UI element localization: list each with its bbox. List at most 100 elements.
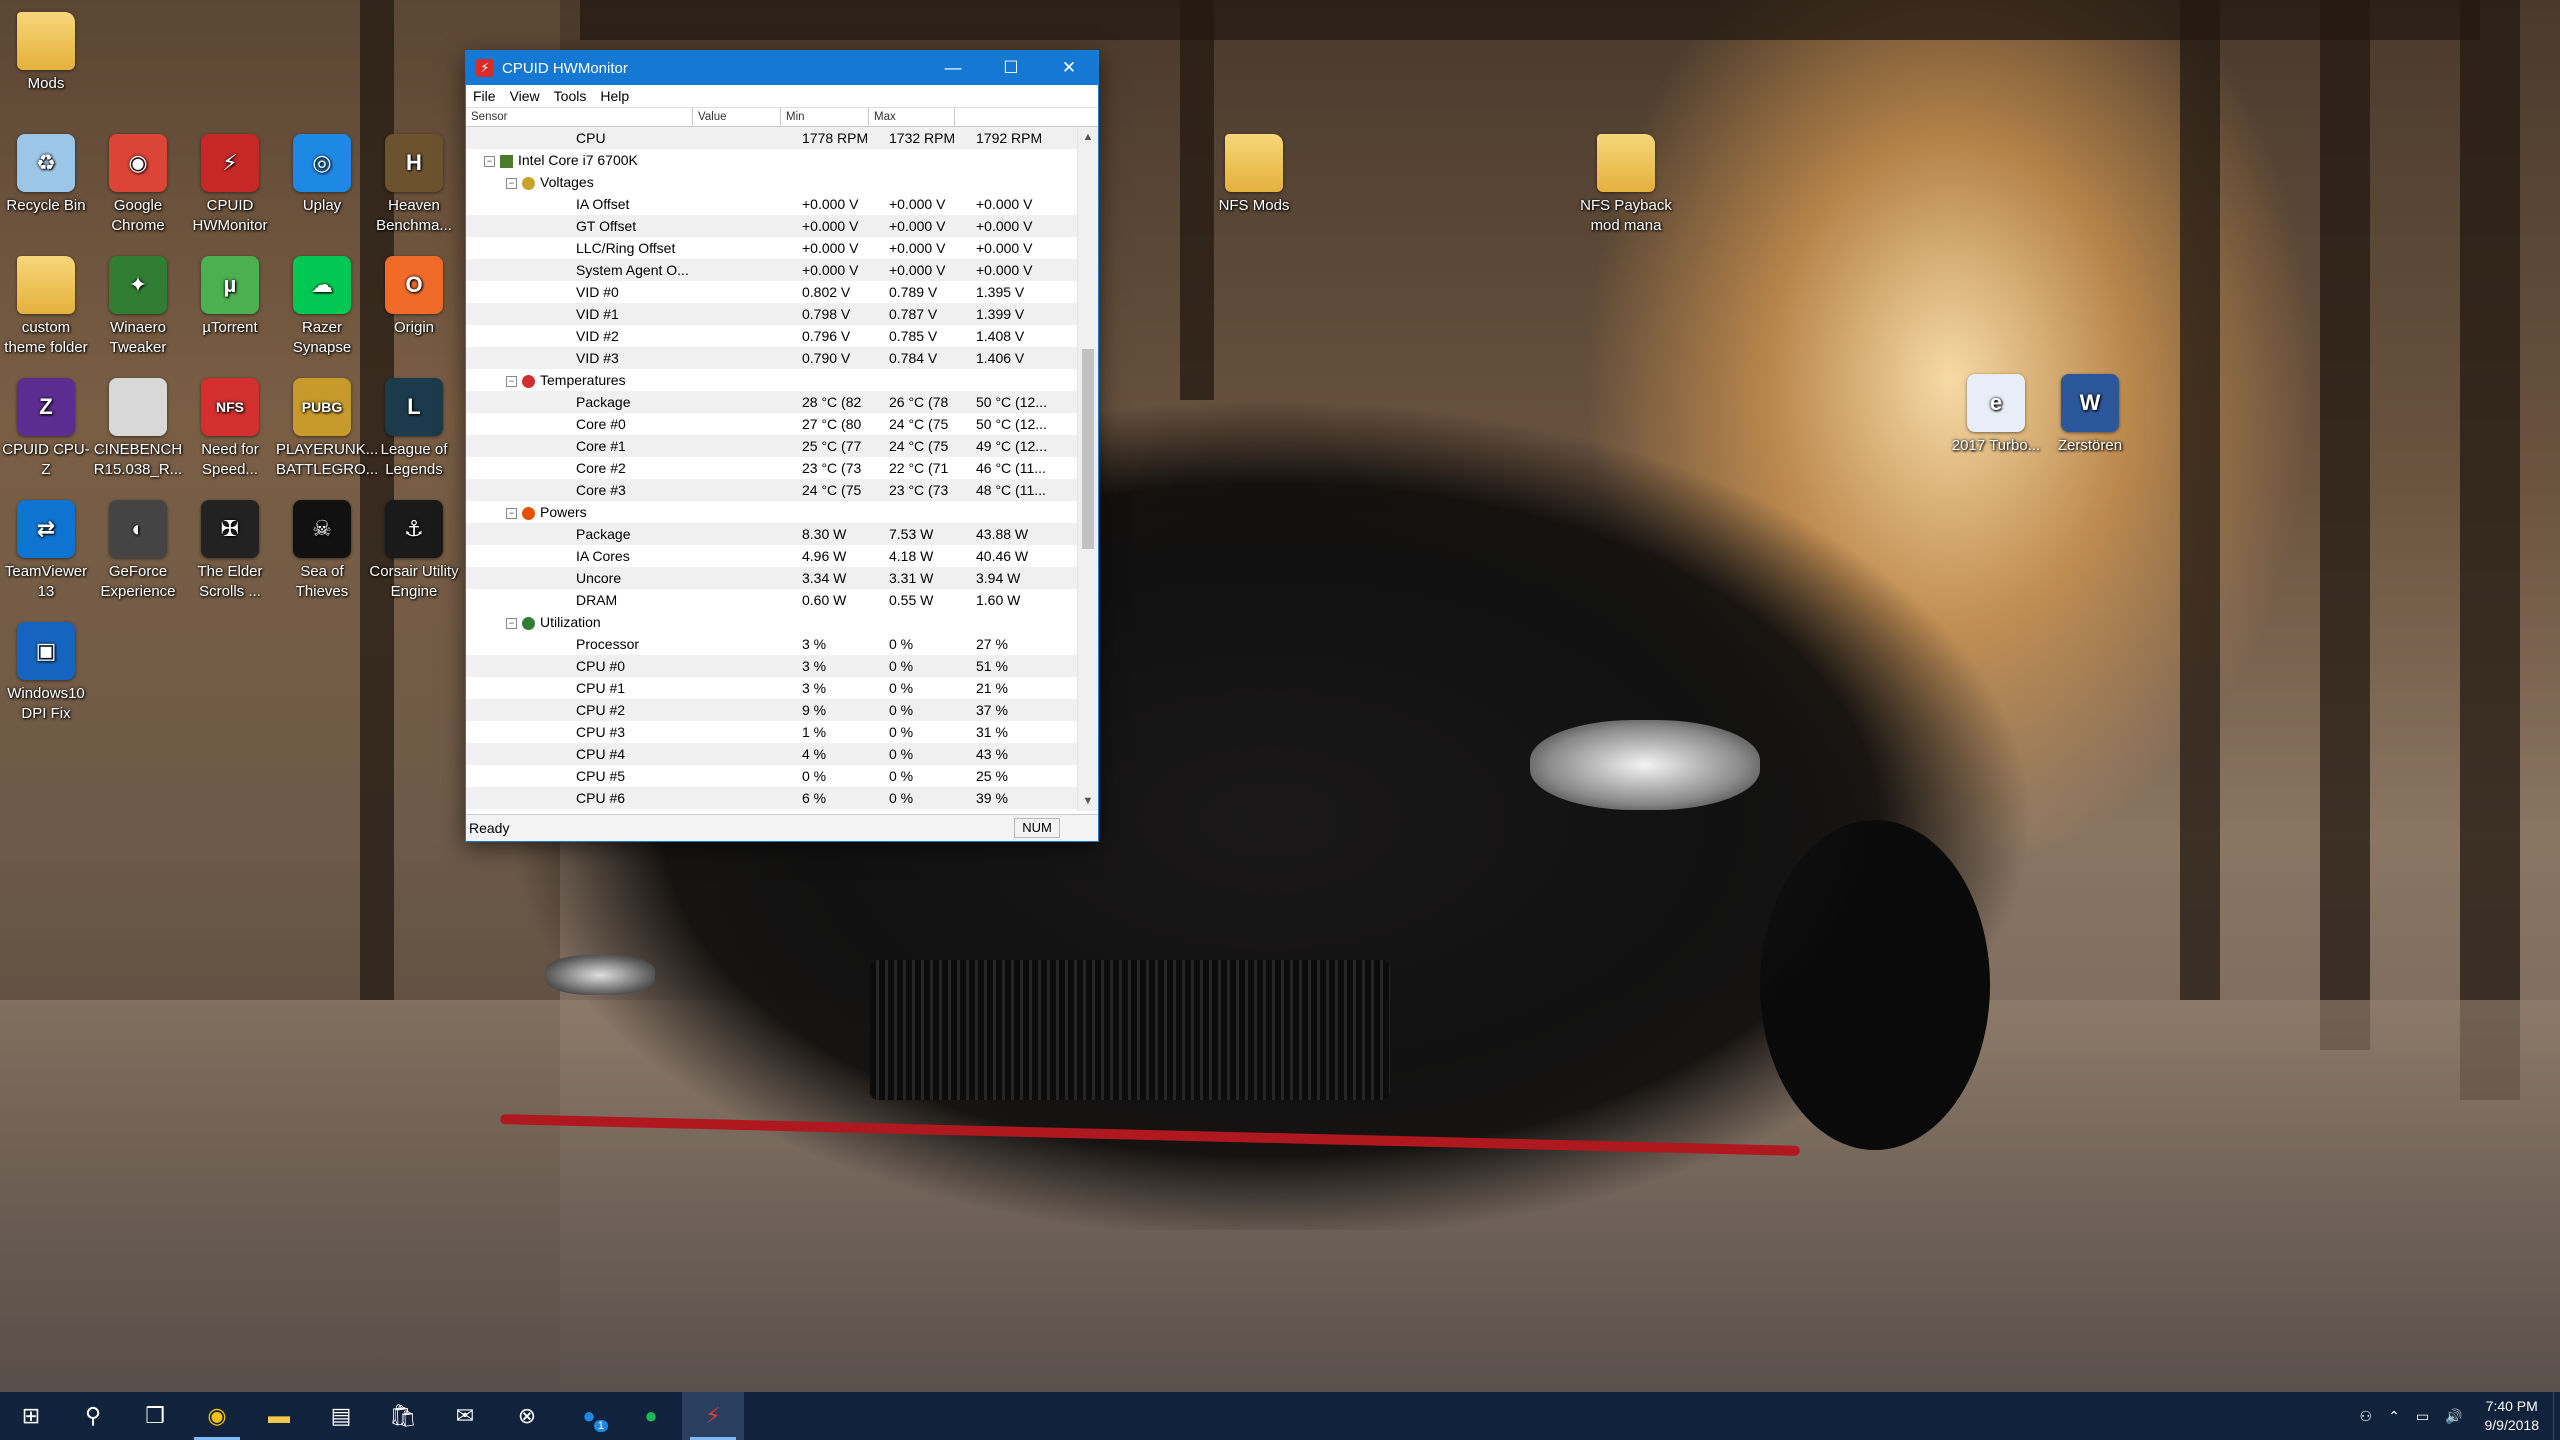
hwmonitor-window[interactable]: ⚡ CPUID HWMonitor — ☐ ✕ File View Tools … [465,50,1099,842]
sensor-row[interactable]: CPU #5 0 % 0 % 25 % [466,765,1078,787]
collapse-icon[interactable]: − [506,617,517,629]
desktop-icon[interactable]: ✦ Winaero Tweaker [92,256,184,358]
sensor-row[interactable]: CPU #3 1 % 0 % 31 % [466,721,1078,743]
volume-icon[interactable]: 🔊 [2437,1408,2470,1425]
file-explorer-icon[interactable]: ▬ [248,1392,310,1440]
collapse-icon[interactable]: − [506,507,517,519]
maximize-button[interactable]: ☐ [982,51,1040,85]
sensor-row[interactable]: CPU #6 6 % 0 % 39 % [466,787,1078,809]
desktop-icon[interactable]: ☠ Sea of Thieves [276,500,368,602]
messenger-icon[interactable]: ● 1 [558,1392,620,1440]
desktop-icon[interactable]: Mods [0,12,92,94]
sensor-row[interactable]: Core #0 27 °C (80 24 °C (75 50 °C (12... [466,413,1078,435]
collapse-icon[interactable]: − [506,375,517,387]
column-value[interactable]: Value [693,108,781,126]
sensor-row[interactable]: IA Offset +0.000 V +0.000 V +0.000 V [466,193,1078,215]
sensor-row[interactable]: Core #1 25 °C (77 24 °C (75 49 °C (12... [466,435,1078,457]
spotify-icon[interactable]: ● [620,1392,682,1440]
desktop-icon[interactable]: NFS Payback mod mana [1580,134,1672,236]
sensor-row[interactable]: Processor 3 % 0 % 27 % [466,633,1078,655]
sensor-row[interactable]: VID #3 0.790 V 0.784 V 1.406 V [466,347,1078,369]
menu-view[interactable]: View [503,88,547,104]
column-min[interactable]: Min [781,108,869,126]
desktop-icon[interactable]: NFS Need for Speed... [184,378,276,480]
sensor-row[interactable]: Package 8.30 W 7.53 W 43.88 W [466,523,1078,545]
title-bar[interactable]: ⚡ CPUID HWMonitor — ☐ ✕ [466,51,1098,85]
category-row[interactable]: − Voltages [466,171,1078,193]
category-row[interactable]: − Temperatures [466,369,1078,391]
sensor-row[interactable]: Uncore 3.34 W 3.31 W 3.94 W [466,567,1078,589]
network-icon[interactable]: ▭ [2408,1408,2437,1425]
sensor-row[interactable]: LLC/Ring Offset +0.000 V +0.000 V +0.000 V [466,237,1078,259]
sensor-row[interactable]: Core #2 23 °C (73 22 °C (71 46 °C (11... [466,457,1078,479]
sensor-row[interactable]: CPU #2 9 % 0 % 37 % [466,699,1078,721]
notepad-icon[interactable]: ▤ [310,1392,372,1440]
desktop-icon[interactable]: custom theme folder [0,256,92,358]
menu-help[interactable]: Help [593,88,636,104]
category-row[interactable]: − Powers [466,501,1078,523]
clock[interactable]: 7:40 PM 9/9/2018 [2471,1397,2554,1435]
menu-file[interactable]: File [466,88,503,104]
show-desktop-button[interactable] [2553,1392,2560,1440]
heaven-icon: H [385,134,443,192]
sensor-row[interactable]: IA Cores 4.96 W 4.18 W 40.46 W [466,545,1078,567]
desktop-icon[interactable]: Z CPUID CPU-Z [0,378,92,480]
desktop-icon[interactable]: ⚡ CPUID HWMonitor [184,134,276,236]
system-tray: ⚇ ⌃ ▭ 🔊 7:40 PM 9/9/2018 [2352,1392,2560,1440]
desktop-icon[interactable]: PUBG PLAYERUNK... BATTLEGRO... [276,378,378,480]
desktop-icon[interactable]: µ µTorrent [184,256,276,338]
desktop-icon[interactable]: NFS Mods [1208,134,1300,216]
sensor-row[interactable]: CPU #0 3 % 0 % 51 % [466,655,1078,677]
people-icon[interactable]: ⚇ [2352,1408,2381,1425]
start-icon[interactable]: ⊞ [0,1392,62,1440]
desktop-icon[interactable]: O Origin [368,256,460,338]
desktop-icon[interactable]: ◎ Uplay [276,134,368,216]
desktop-icon[interactable]: ▣ Windows10 DPI Fix [0,622,92,724]
sensor-row[interactable]: VID #2 0.796 V 0.785 V 1.408 V [466,325,1078,347]
sensor-row[interactable]: GT Offset +0.000 V +0.000 V +0.000 V [466,215,1078,237]
sensor-row[interactable]: CPU #4 4 % 0 % 43 % [466,743,1078,765]
store-icon[interactable]: 🛍 [372,1392,434,1440]
sensor-tree[interactable]: CPU 1778 RPM 1732 RPM 1792 RPM − Intel Core i… [466,127,1078,811]
desktop-icon[interactable]: ⚓ Corsair Utility Engine [368,500,460,602]
desktop-icon[interactable]: H Heaven Benchma... [368,134,460,236]
sensor-row[interactable]: Core #3 24 °C (75 23 °C (73 48 °C (11... [466,479,1078,501]
sensor-row[interactable]: System Agent O... +0.000 V +0.000 V +0.000 … [466,259,1078,281]
sensor-row[interactable]: CPU 1778 RPM 1732 RPM 1792 RPM [466,127,1078,149]
desktop-icon[interactable]: ✠ The Elder Scrolls ... [184,500,276,602]
search-icon[interactable]: ⚲ [62,1392,124,1440]
desktop-icon[interactable]: ☁ Razer Synapse [276,256,368,358]
scroll-down-icon[interactable]: ▼ [1078,791,1098,811]
desktop-icon[interactable]: L League of Legends [368,378,460,480]
task-view-icon[interactable]: ❒ [124,1392,186,1440]
desktop-icon[interactable]: W Zerstören [2044,374,2136,456]
scroll-thumb[interactable] [1082,349,1094,549]
sensor-row[interactable]: VID #0 0.802 V 0.789 V 1.395 V [466,281,1078,303]
scroll-up-icon[interactable]: ▲ [1078,127,1098,147]
category-row[interactable]: − Utilization [466,611,1078,633]
collapse-icon[interactable]: − [484,155,495,167]
device-row[interactable]: − Intel Core i7 6700K [466,149,1078,171]
sensor-row[interactable]: Package 28 °C (82 26 °C (78 50 °C (12... [466,391,1078,413]
xbox-icon[interactable]: ⊗ [496,1392,558,1440]
minimize-button[interactable]: — [924,51,982,85]
column-max[interactable]: Max [869,108,955,126]
sensor-row[interactable]: CPU #1 3 % 0 % 21 % [466,677,1078,699]
desktop-icon[interactable]: CINEBENCH R15.038_R... [92,378,184,480]
desktop-icon[interactable]: e 2017 Turbo... [1950,374,2042,456]
chrome-icon[interactable]: ◉ [186,1392,248,1440]
sensor-row[interactable]: DRAM 0.60 W 0.55 W 1.60 W [466,589,1078,611]
menu-tools[interactable]: Tools [547,88,594,104]
column-sensor[interactable]: Sensor [466,108,693,126]
mail-icon[interactable]: ✉ [434,1392,496,1440]
hwmonitor-icon[interactable]: ⚡ [682,1392,744,1440]
desktop-icon[interactable]: ◉ Google Chrome [92,134,184,236]
chevron-up-icon[interactable]: ⌃ [2380,1408,2408,1425]
desktop-icon[interactable]: ⇄ TeamViewer 13 [0,500,92,602]
collapse-icon[interactable]: − [506,177,517,189]
close-button[interactable]: ✕ [1040,51,1098,85]
desktop-icon[interactable]: ♻ Recycle Bin [0,134,92,216]
sensor-row[interactable]: VID #1 0.798 V 0.787 V 1.399 V [466,303,1078,325]
vertical-scrollbar[interactable]: ▲ ▼ [1077,127,1098,811]
desktop-icon[interactable]: ◐ GeForce Experience [92,500,184,602]
